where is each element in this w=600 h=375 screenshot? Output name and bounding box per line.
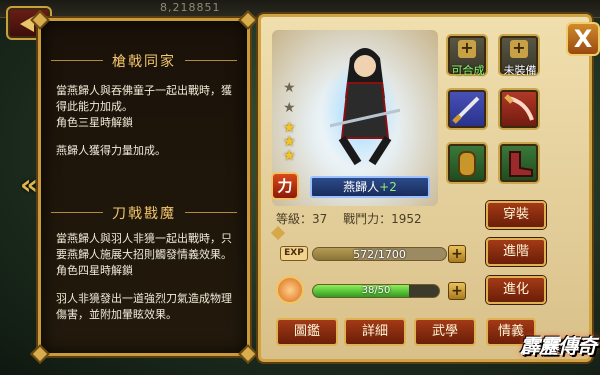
slot-label-craftable: 可合成 <box>451 64 485 77</box>
star-icon: ★ <box>283 100 296 116</box>
fate-body-1: 當燕歸人與吞佛童子一起出戰時，獲得此能力加成。 角色三星時解鎖 燕歸人獲得力量加… <box>56 83 241 171</box>
add-exp-button[interactable]: + <box>448 245 466 263</box>
tab-details[interactable]: 詳細 <box>344 318 406 346</box>
equipment-slot-craftable[interactable]: + 可合成 <box>446 34 488 77</box>
exp-badge: EXP <box>280 246 308 261</box>
evolve-button[interactable]: 進化 <box>486 276 546 304</box>
equip-button[interactable]: 穿裝 <box>486 201 546 229</box>
fate-2-unlock: 角色四星時解鎖 <box>56 264 133 277</box>
hero-level: 等級：37 <box>276 212 328 226</box>
equipment-slot-sword[interactable] <box>446 88 488 130</box>
slot-label-unequipped: 未裝備 <box>503 64 537 77</box>
hero-name: 燕歸人 <box>343 180 380 194</box>
exp-row: EXP 572/1700 <box>280 245 470 263</box>
hero-name-plate: 燕歸人+2 <box>310 176 430 198</box>
strength-type-badge: 力 <box>271 172 299 200</box>
fate-body-2: 當燕歸人與羽人非獍一起出戰時，只要燕歸人施展大招則觸發情義效果。 角色四星時解鎖… <box>56 231 241 335</box>
fate-1-condition: 當燕歸人與吞佛童子一起出戰時，獲得此能力加成。 <box>56 84 232 113</box>
add-soul-button[interactable]: + <box>448 282 466 300</box>
faint-status-text: 8,218851 <box>160 1 221 14</box>
hero-stats-line: 等級：37 戰鬥力：1952 <box>276 210 482 227</box>
star-icon: ★ <box>283 148 296 164</box>
soul-stone-icon <box>276 276 304 304</box>
add-icon: + <box>458 40 476 58</box>
soul-progress-bar: 38/50 <box>312 284 440 298</box>
hero-plus-level: +2 <box>379 180 397 194</box>
fate-2-condition: 當燕歸人與羽人非獍一起出戰時，只要燕歸人施展大招則觸發情義效果。 <box>56 232 232 261</box>
exp-bar: 572/1700 <box>312 247 447 261</box>
hero-power: 戰鬥力：1952 <box>343 212 422 226</box>
equipment-slot-unequipped[interactable]: + 未裝備 <box>498 34 540 77</box>
hero-figure-image <box>330 48 400 166</box>
fate-1-effect: 燕歸人獲得力量加成。 <box>56 144 166 157</box>
close-button[interactable]: X <box>566 22 600 56</box>
fate-2-effect: 羽人非獍發出一道強烈刀氣造成物理傷害，並附加暈眩效果。 <box>56 292 232 321</box>
tab-handbook[interactable]: 圖鑑 <box>276 318 338 346</box>
exp-text: 572/1700 <box>353 248 406 261</box>
boot-icon <box>509 151 533 177</box>
game-logo: 霹靂傳奇 <box>520 334 597 358</box>
soul-progress-text: 38/50 <box>361 285 391 296</box>
equipment-slot-armguard[interactable] <box>446 142 488 184</box>
equipment-slot-blade[interactable] <box>498 88 540 130</box>
fate-title-2: 刀戟戡魔 <box>41 203 247 223</box>
fate-description-panel: 槍戟同家 當燕歸人與吞佛童子一起出戰時，獲得此能力加成。 角色三星時解鎖 燕歸人… <box>30 10 258 364</box>
blade-icon <box>504 94 534 121</box>
armguard-icon <box>458 151 476 177</box>
previous-hero-chevron-icon[interactable]: « <box>20 168 38 201</box>
equipment-slot-boots[interactable] <box>498 142 540 184</box>
sword-icon <box>452 96 480 124</box>
tab-martial-arts[interactable]: 武學 <box>414 318 476 346</box>
star-icon: ★ <box>283 80 296 96</box>
advance-button[interactable]: 進階 <box>486 238 546 266</box>
fate-1-unlock: 角色三星時解鎖 <box>56 116 133 129</box>
fate-title-1: 槍戟同家 <box>41 51 247 71</box>
add-icon: + <box>510 40 528 58</box>
